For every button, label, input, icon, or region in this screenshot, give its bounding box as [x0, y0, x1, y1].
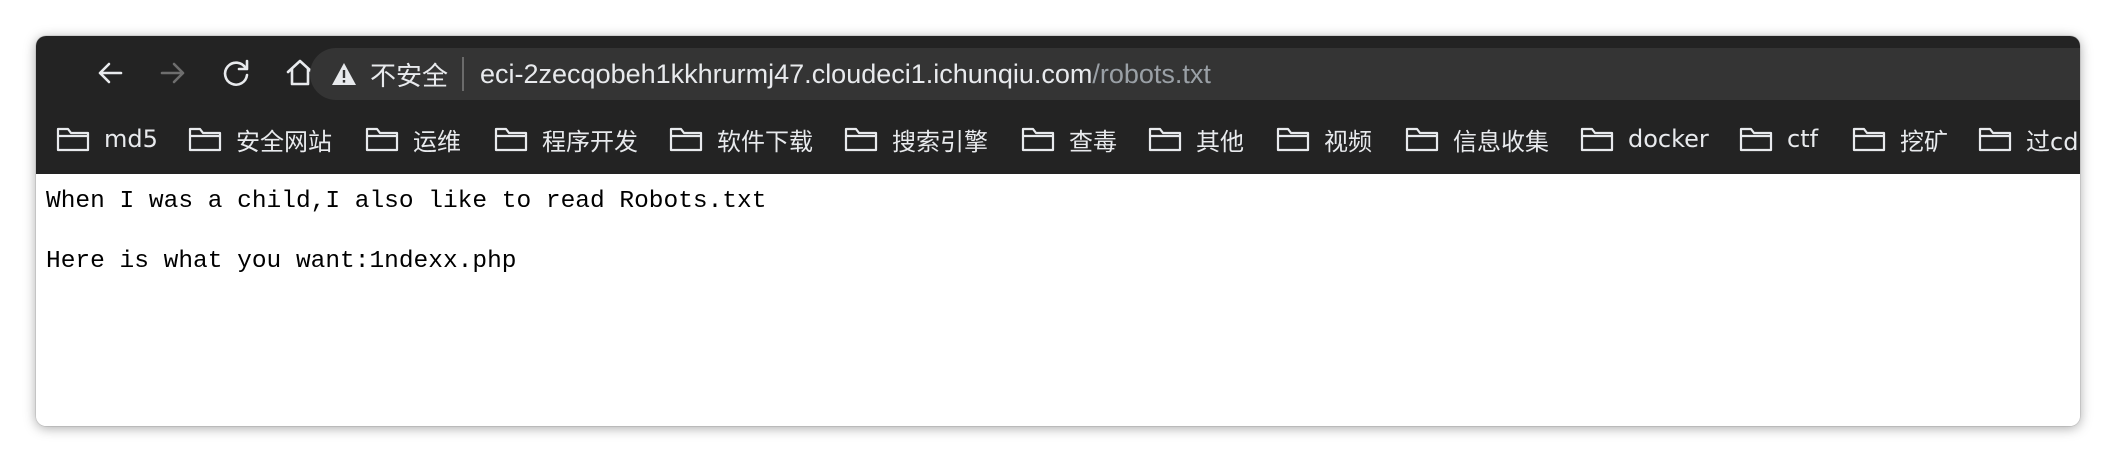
folder-icon [1276, 127, 1310, 152]
robots-text-line-2: Here is what you want:1ndexx.php [46, 248, 517, 275]
forward-arrow-icon [160, 62, 185, 84]
bookmark-label: 运维 [413, 127, 461, 156]
bookmark-folder-antivirus[interactable]: 查毒 [1021, 118, 1117, 160]
bookmark-folder-video[interactable]: 视频 [1276, 118, 1372, 160]
folder-icon [1021, 127, 1055, 152]
bookmark-folder-ops[interactable]: 运维 [365, 118, 461, 160]
folder-icon [188, 127, 222, 152]
bookmark-label: docker [1628, 125, 1709, 153]
bookmark-folder-downloads[interactable]: 软件下载 [669, 118, 813, 160]
folder-icon [1148, 127, 1182, 152]
bookmark-label: ctf [1787, 125, 1819, 153]
bookmark-folder-dev[interactable]: 程序开发 [494, 118, 638, 160]
back-arrow-icon [98, 62, 123, 84]
url-host[interactable]: eci-2zecqobeh1kkhrurmj47.cloudeci1.ichun… [480, 59, 1092, 90]
browser-toolbar: 不安全 eci-2zecqobeh1kkhrurmj47.cloudeci1.i… [36, 36, 2080, 108]
bookmark-label: 视频 [1324, 127, 1372, 156]
bookmark-folder-other[interactable]: 其他 [1148, 118, 1244, 160]
bookmark-folder-mining[interactable]: 挖矿 [1852, 118, 1948, 160]
bookmark-folder-md5[interactable]: md5 [56, 118, 158, 160]
bookmark-folder-docker[interactable]: docker [1580, 118, 1709, 160]
folder-icon [365, 127, 399, 152]
folder-icon [1580, 127, 1614, 152]
bookmark-label: 搜索引擎 [892, 127, 988, 156]
forward-button[interactable] [153, 53, 193, 93]
bookmark-label: 安全网站 [236, 127, 332, 156]
folder-icon [669, 127, 703, 152]
back-button[interactable] [90, 53, 130, 93]
folder-icon [1739, 127, 1773, 152]
bookmark-folder-search-engines[interactable]: 搜索引擎 [844, 118, 988, 160]
bookmark-label: 程序开发 [542, 127, 638, 156]
bookmark-label: 过cdn [2026, 127, 2080, 156]
folder-icon [1852, 127, 1886, 152]
omnibox-divider [462, 57, 465, 91]
folder-icon [844, 127, 878, 152]
bookmark-label: 挖矿 [1900, 127, 1948, 156]
bookmark-folder-security-sites[interactable]: 安全网站 [188, 118, 332, 160]
robots-text-line-1: When I was a child,I also like to read R… [46, 188, 767, 215]
bookmark-label: md5 [104, 125, 158, 153]
bookmark-label: 软件下载 [717, 127, 813, 156]
folder-icon [1978, 127, 2012, 152]
reload-icon [223, 59, 249, 86]
warning-icon[interactable] [330, 60, 358, 88]
bookmarks-bar: md5 安全网站 运维 程序开发 软件下载 搜索引擎 查毒 其他 视频 信息收集… [36, 108, 2080, 174]
url-path[interactable]: /robots.txt [1092, 59, 1211, 90]
address-bar[interactable]: 不安全 eci-2zecqobeh1kkhrurmj47.cloudeci1.i… [310, 48, 2080, 100]
bookmark-label: 信息收集 [1453, 127, 1549, 156]
bookmark-folder-cdn-bypass[interactable]: 过cdn [1978, 118, 2080, 160]
bookmark-label: 查毒 [1069, 127, 1117, 156]
browser-window: 不安全 eci-2zecqobeh1kkhrurmj47.cloudeci1.i… [36, 36, 2080, 426]
page-content: When I was a child,I also like to read R… [36, 174, 2080, 426]
bookmark-folder-ctf[interactable]: ctf [1739, 118, 1818, 160]
reload-button[interactable] [216, 53, 256, 93]
security-status-label[interactable]: 不安全 [370, 56, 448, 93]
folder-icon [1405, 127, 1439, 152]
folder-icon [494, 127, 528, 152]
bookmark-label: 其他 [1196, 127, 1244, 156]
bookmark-folder-info-gathering[interactable]: 信息收集 [1405, 118, 1549, 160]
folder-icon [56, 127, 90, 152]
